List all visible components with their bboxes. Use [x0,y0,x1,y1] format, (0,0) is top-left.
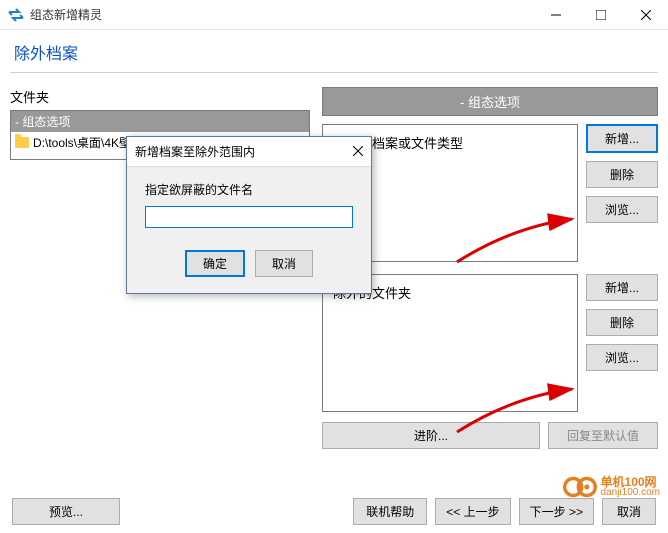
watermark: 单机100网 danji100.com [563,475,660,499]
titlebar: 组态新增精灵 [0,0,668,30]
divider [10,72,658,73]
advanced-button[interactable]: 进阶... [322,422,540,449]
prev-button[interactable]: << 上一步 [435,498,510,525]
section-header: - 组态选项 [322,87,658,116]
watermark-logo-icon [563,475,597,499]
app-icon [8,7,24,23]
next-button[interactable]: 下一步 >> [519,498,594,525]
maximize-button[interactable] [578,0,623,29]
page-title: 除外档案 [0,30,668,72]
window-controls [533,0,668,29]
ok-button[interactable]: 确定 [185,250,245,277]
cancel-wizard-button[interactable]: 取消 [602,498,656,525]
add-file-button[interactable]: 新增... [586,124,658,153]
dialog-close-icon[interactable] [353,145,363,159]
close-button[interactable] [623,0,668,29]
help-button[interactable]: 联机帮助 [353,498,427,525]
tree-item-selected[interactable]: - 组态选项 [11,111,309,132]
dialog-title: 新增档案至除外范围内 [135,143,255,160]
delete-file-button[interactable]: 删除 [586,161,658,188]
folder-icon [15,137,29,148]
filename-input[interactable] [145,206,353,228]
exclude-folders-list[interactable]: 除外的文件夹 [322,274,578,412]
browse-file-button[interactable]: 浏览... [586,196,658,223]
add-exclude-dialog: 新增档案至除外范围内 指定欲屏蔽的文件名 确定 取消 [126,136,372,294]
preview-button[interactable]: 预览... [12,498,120,525]
browse-folder-button[interactable]: 浏览... [586,344,658,371]
wizard-footer: 预览... 联机帮助 << 上一步 下一步 >> 取消 [0,498,668,525]
delete-folder-button[interactable]: 删除 [586,309,658,336]
minimize-button[interactable] [533,0,578,29]
watermark-line2: danji100.com [601,488,660,498]
add-folder-button[interactable]: 新增... [586,274,658,301]
window-title: 组态新增精灵 [30,6,533,23]
cancel-button[interactable]: 取消 [255,250,313,277]
folder-label: 文件夹 [10,87,310,106]
dialog-label: 指定欲屏蔽的文件名 [145,181,353,198]
reset-defaults-button[interactable]: 回复至默认值 [548,422,658,449]
